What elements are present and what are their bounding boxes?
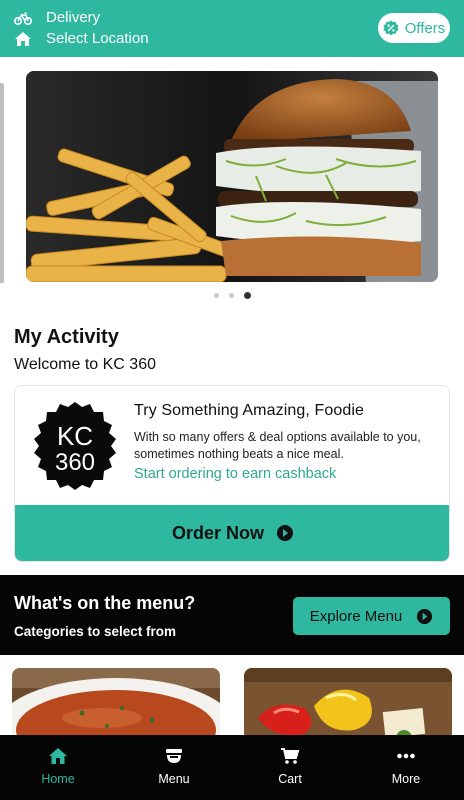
earn-cashback-link[interactable]: Start ordering to earn cashback <box>134 466 336 482</box>
category-card-curry[interactable] <box>12 668 220 740</box>
location-label: Select Location <box>46 30 149 47</box>
discount-badge-icon <box>383 20 399 36</box>
location-selector[interactable]: Select Location <box>14 30 149 47</box>
delivery-mode[interactable]: Delivery <box>14 9 100 26</box>
logo-text-kc: KC <box>57 421 93 451</box>
home-icon <box>15 31 31 46</box>
promo-carousel[interactable] <box>0 57 464 307</box>
card-title: Try Something Amazing, Foodie <box>134 402 364 419</box>
arrow-right-circle-icon <box>417 608 433 624</box>
burger-fries-photo <box>26 71 438 282</box>
peppers-cheese-photo <box>244 668 452 740</box>
more-icon <box>397 753 415 759</box>
explore-menu-label: Explore Menu <box>309 607 403 625</box>
nav-home-label: Home <box>41 772 75 786</box>
delivery-label: Delivery <box>46 9 101 26</box>
section-title-activity: My Activity <box>14 326 119 348</box>
offers-label: Offers <box>404 19 446 37</box>
kc360-logo: KC 360 <box>34 402 116 490</box>
menu-section-title: What's on the menu? <box>14 593 196 613</box>
nav-home[interactable]: Home <box>0 735 116 800</box>
offers-button[interactable]: Offers <box>378 13 450 43</box>
card-description: With so many offers & deal options avail… <box>134 430 421 461</box>
order-now-label: Order Now <box>171 522 264 543</box>
logo-text-360: 360 <box>55 449 95 476</box>
activity-card: KC 360 Try Something Amazing, Foodie Wit… <box>14 385 450 562</box>
previous-slide-peek <box>0 83 4 283</box>
curry-bowl-photo <box>12 668 220 740</box>
explore-menu-button[interactable]: Explore Menu <box>293 597 450 635</box>
home-icon <box>49 748 67 764</box>
nav-menu-label: Menu <box>158 772 190 786</box>
app-header: Delivery Select Location Offers <box>0 0 464 57</box>
bicycle-icon <box>14 11 32 25</box>
nav-menu[interactable]: Menu <box>116 735 232 800</box>
carousel-dot[interactable] <box>213 293 219 298</box>
welcome-text: Welcome to KC 360 <box>14 356 156 373</box>
menu-icon <box>166 749 182 763</box>
menu-promo-band: What's on the menu? Categories to select… <box>0 575 464 655</box>
carousel-indicators <box>0 292 464 299</box>
arrow-right-circle-icon <box>277 525 293 541</box>
nav-cart[interactable]: Cart <box>232 735 348 800</box>
menu-section-subtitle: Categories to select from <box>14 624 177 639</box>
order-now-button[interactable]: Order Now <box>15 505 449 561</box>
nav-cart-label: Cart <box>278 772 302 786</box>
promo-banner-burger[interactable] <box>26 71 438 282</box>
nav-more-label: More <box>391 772 421 786</box>
cart-icon <box>281 748 300 764</box>
category-card-vegetables[interactable] <box>244 668 452 740</box>
bottom-navigation: Home Menu Cart More <box>0 735 464 800</box>
carousel-dot[interactable] <box>228 293 234 298</box>
nav-more[interactable]: More <box>348 735 464 800</box>
carousel-dot-active[interactable] <box>243 292 251 299</box>
